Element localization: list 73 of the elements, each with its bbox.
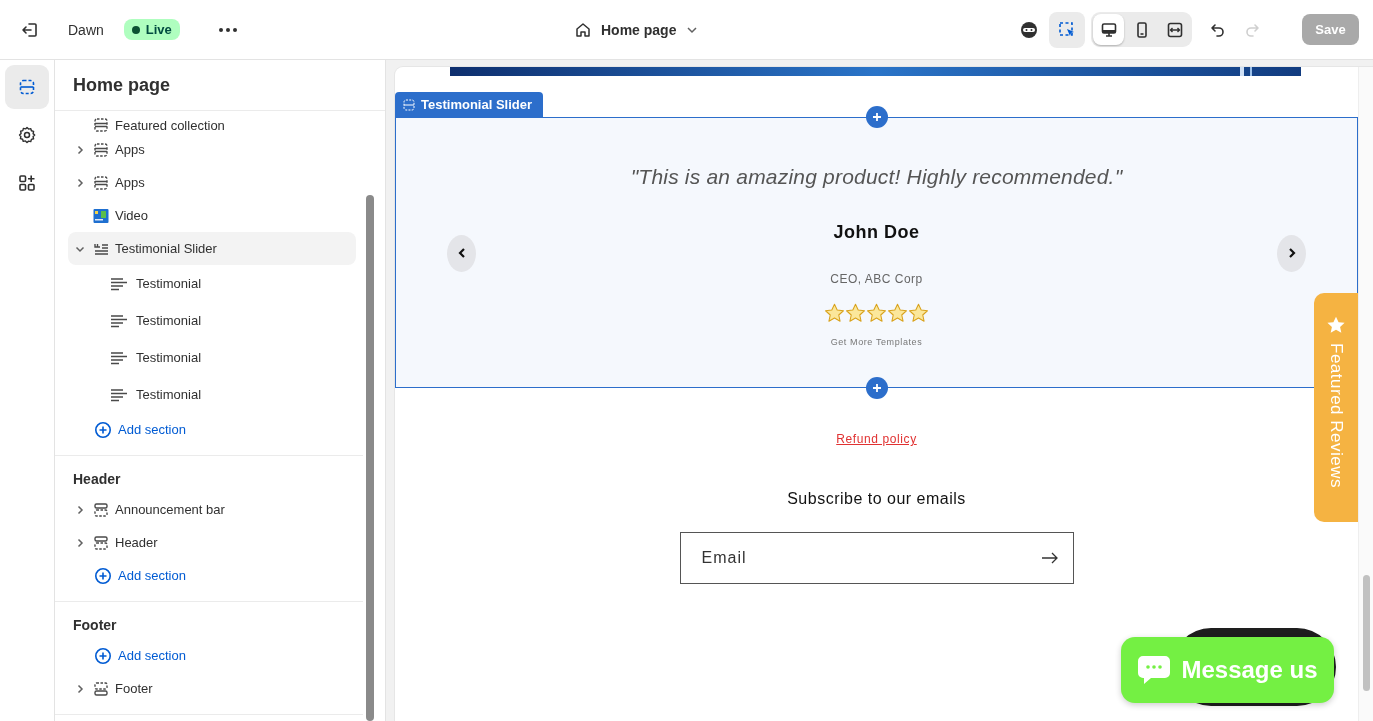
- group-heading: Header: [72, 471, 122, 489]
- tree-item[interactable]: Testimonial Slider: [68, 232, 356, 265]
- star-icon: [1326, 315, 1346, 335]
- add-section-button[interactable]: [865, 377, 888, 399]
- section-icon: [403, 98, 415, 111]
- tree-item[interactable]: Announcement bar: [68, 493, 356, 526]
- apps-icon: [17, 173, 37, 193]
- tree-item[interactable]: Apps: [68, 133, 356, 166]
- more-icon: [217, 26, 238, 33]
- star-icon: [887, 302, 908, 323]
- chevron-left-icon: [456, 247, 467, 259]
- plus-icon: [871, 383, 882, 393]
- group-heading: Footer: [72, 617, 118, 635]
- text-block-icon: [110, 349, 128, 366]
- text-block-icon: [110, 386, 128, 403]
- desktop-icon: [1099, 20, 1118, 39]
- thumbnail-icon: [93, 207, 109, 224]
- email-field[interactable]: Email: [679, 532, 1074, 584]
- sections-icon: [17, 77, 37, 97]
- sections-tab[interactable]: [5, 65, 49, 109]
- settings-icon: [17, 125, 37, 145]
- tree-item[interactable]: Featured collection: [68, 111, 356, 133]
- star-icon: [845, 302, 866, 323]
- tree-item[interactable]: Video: [68, 199, 356, 232]
- status-badge: Live: [123, 19, 180, 40]
- add-section-link[interactable]: Add section: [55, 413, 186, 446]
- arrow-right-icon: [1040, 551, 1059, 565]
- tree-item[interactable]: Apps: [68, 166, 356, 199]
- tree-item[interactable]: Header: [68, 526, 356, 559]
- add-section-button[interactable]: [865, 106, 888, 128]
- header-section-icon: [93, 501, 109, 518]
- select-tool-button[interactable]: [1049, 11, 1085, 48]
- tree-item[interactable]: Testimonial: [68, 302, 356, 339]
- next-button[interactable]: [1277, 234, 1306, 272]
- masked-face-icon: [1019, 19, 1039, 40]
- section-icon: [93, 141, 109, 158]
- add-section-link[interactable]: Add section: [55, 559, 186, 592]
- chat-bubble-icon: [1137, 654, 1172, 686]
- star-icon: [908, 302, 929, 323]
- expand-width-icon: [1165, 20, 1184, 39]
- section-tag[interactable]: Testimonial Slider: [395, 92, 543, 117]
- newsletter-heading: Subscribe to our emails: [787, 490, 966, 508]
- plus-circle-icon: [94, 646, 112, 665]
- desktop-view-button[interactable]: [1093, 14, 1124, 45]
- previous-button[interactable]: [447, 234, 476, 272]
- text-block-icon: [110, 312, 128, 329]
- text-block-icon: [110, 275, 128, 292]
- section-icon: [93, 174, 109, 191]
- section-icon: [93, 117, 109, 133]
- tree-item[interactable]: Testimonial: [68, 339, 356, 376]
- sidebar-title: Home page: [55, 60, 385, 111]
- star-icon: [866, 302, 887, 323]
- credit-text: Get More Templates: [830, 336, 923, 347]
- scrollbar[interactable]: [1363, 575, 1370, 691]
- header-section-icon: [93, 534, 109, 551]
- tree-item[interactable]: Testimonial: [68, 376, 356, 413]
- home-icon: [574, 21, 592, 39]
- author-role: CEO, ABC Corp: [830, 271, 923, 286]
- plus-circle-icon: [94, 420, 112, 439]
- star-icon: [824, 302, 845, 323]
- refund-policy-link[interactable]: Refund policy: [836, 432, 917, 446]
- tree-item[interactable]: Footer: [68, 672, 356, 705]
- plus-icon: [871, 112, 882, 122]
- plus-circle-icon: [94, 566, 112, 585]
- footer-section-icon: [93, 680, 109, 697]
- testimonial-quote: "This is an amazing product! Highly recommended.": [630, 164, 1123, 189]
- tree-item[interactable]: Testimonial: [68, 265, 356, 302]
- chevron-right-icon: [1286, 247, 1297, 259]
- page-selector[interactable]: Home page: [574, 16, 700, 44]
- add-section-link[interactable]: Add section: [55, 639, 186, 672]
- scrollbar[interactable]: [366, 195, 374, 721]
- theme-name: Dawn: [68, 21, 104, 38]
- author-name: John Doe: [833, 221, 920, 243]
